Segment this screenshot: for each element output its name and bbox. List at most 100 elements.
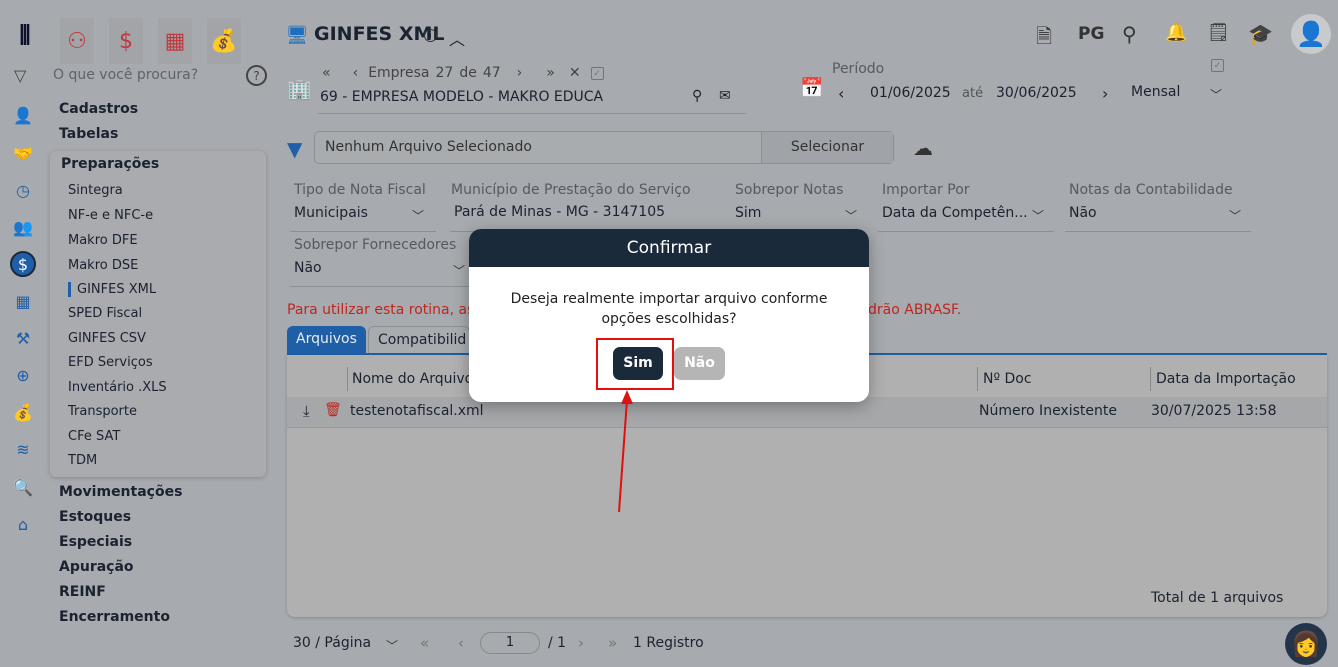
chevron-down-icon[interactable]: ﹀ [845,207,857,224]
chevron-down-icon[interactable]: ﹀ [412,207,424,224]
money-bag-side-icon[interactable]: 💰 [10,399,36,425]
menu-cadastros[interactable]: Cadastros [59,101,138,117]
dollar-icon[interactable]: $ [109,18,143,64]
download-icon[interactable]: ⤓ [303,402,310,420]
money-bag-icon[interactable]: 💰 [207,18,241,64]
tab-compatibilidade[interactable]: Compatibilid [368,326,470,354]
assistant-avatar[interactable]: 👩 [1285,623,1327,665]
chevron-down-icon[interactable]: ﹀ [386,637,398,654]
chevron-down-icon[interactable]: ﹀ [1210,86,1222,103]
column-header-doc[interactable]: Nº Doc [983,371,1032,387]
people-icon[interactable]: ⚇ [60,18,94,64]
no-button[interactable]: Não [674,347,725,380]
dollar-circle-icon[interactable]: $ [10,251,36,277]
calculator-icon[interactable]: ▦ [158,18,192,64]
submenu-item[interactable]: TDM [68,453,97,468]
search-empresa-icon[interactable]: ⚲ [692,88,702,104]
periodo-checkbox[interactable]: ✓ [1211,59,1224,72]
users-icon[interactable]: 👥 [10,214,36,240]
yes-button[interactable]: Sim [613,347,663,380]
menu-apuracao[interactable]: Apuração [59,559,134,575]
tab-arquivos[interactable]: Arquivos [287,326,366,354]
period-start[interactable]: 01/06/2025 [870,85,951,101]
info-icon[interactable]: i [424,29,437,42]
last-page-button[interactable]: » [608,634,617,652]
prev-page-button[interactable]: ‹ [458,634,464,652]
home-icon[interactable]: ⌂ [10,511,36,537]
chevron-up-icon[interactable]: ︿ [449,26,465,50]
menu-estoques[interactable]: Estoques [59,509,131,525]
empresa-name[interactable]: 69 - EMPRESA MODELO - MAKRO EDUCA [320,89,603,105]
first-page-button[interactable]: « [420,634,429,652]
submenu-item[interactable]: Makro DSE [68,258,138,273]
filter-blue-icon[interactable]: ▼ [287,137,302,161]
handshake-icon[interactable]: 🤝 [10,140,36,166]
municipio-field[interactable]: Pará de Minas - MG - 3147105 [454,204,665,220]
notas-contabilidade-select[interactable]: Não [1069,205,1097,221]
prev-empresa-button[interactable]: ‹ [353,65,359,81]
page-input[interactable]: 1 [480,632,540,654]
next-page-button[interactable]: › [578,634,584,652]
cloud-upload-icon[interactable]: ☁ [913,136,933,160]
next-empresa-button[interactable]: › [517,65,523,81]
menu-encerramento[interactable]: Encerramento [59,609,170,625]
tools-icon[interactable]: ⚒ [10,325,36,351]
submenu-item[interactable]: Sintegra [68,183,123,198]
filter-icon[interactable]: ▽ [14,66,26,85]
records-count: 1 Registro [633,635,704,651]
app-logo[interactable]: ⫴ [10,21,40,51]
globe-icon[interactable]: ⊕ [10,362,36,388]
last-empresa-button[interactable]: » [546,65,555,81]
submenu-item[interactable]: CFe SAT [68,429,120,444]
empresa-checkbox[interactable]: ✓ [590,66,604,80]
menu-tabelas[interactable]: Tabelas [59,126,118,142]
submenu-item[interactable]: GINFES CSV [68,331,146,346]
menu-preparacoes[interactable]: Preparações [61,156,159,172]
tipo-nota-select[interactable]: Municipais [294,205,368,221]
column-header-nome[interactable]: Nome do Arquivo [352,371,473,387]
calculator-side-icon[interactable]: ▦ [10,288,36,314]
submenu-item[interactable]: Inventário .XLS [68,380,167,395]
user-settings-icon[interactable]: 👤 [10,102,36,128]
document-icon[interactable]: 🗎 [1036,22,1052,56]
menu-search-input[interactable]: O que você procura? [53,67,198,83]
layers-icon[interactable]: ≋ [10,436,36,462]
importar-por-select[interactable]: Data da Competên... [882,205,1028,221]
menu-reinf[interactable]: REINF [59,584,106,600]
broom-icon[interactable]: ⚲ [1122,22,1137,46]
submenu-item[interactable]: SPED Fiscal [68,306,142,321]
submenu-item[interactable]: Makro DFE [68,233,138,248]
submenu-item-active[interactable]: GINFES XML [68,282,156,297]
graduation-cap-icon[interactable]: 🎓 [1248,22,1273,46]
sobrepor-fornecedores-select[interactable]: Não [294,260,322,276]
pg-button[interactable]: PG [1078,24,1104,44]
report-search-icon[interactable]: 🗒 [1207,22,1230,43]
menu-movimentacoes[interactable]: Movimentações [59,484,182,500]
next-period-button[interactable]: › [1102,84,1108,103]
file-input[interactable]: Nenhum Arquivo Selecionado Selecionar [314,131,894,164]
email-icon[interactable]: ✉ [719,88,731,104]
first-empresa-button[interactable]: « [322,65,331,81]
submenu-item[interactable]: NF-e e NFC-e [68,208,153,223]
period-mode[interactable]: Mensal [1131,84,1180,100]
help-icon[interactable]: ? [246,65,267,86]
trash-icon[interactable]: 🗑 [324,402,342,418]
prev-period-button[interactable]: ‹ [838,84,844,103]
period-end[interactable]: 30/06/2025 [996,85,1077,101]
submenu-item[interactable]: EFD Serviços [68,355,153,370]
menu-especiais[interactable]: Especiais [59,534,132,550]
sobrepor-notas-select[interactable]: Sim [735,205,761,221]
chevron-down-icon[interactable]: ﹀ [1032,207,1044,224]
page-total: / 1 [548,635,567,651]
close-icon[interactable]: ✕ [569,65,581,81]
column-header-data[interactable]: Data da Importação [1156,371,1296,387]
clock-icon[interactable]: ◷ [10,177,36,203]
search-icon[interactable]: 🔍 [10,474,36,500]
chevron-down-icon[interactable]: ﹀ [1229,207,1241,224]
per-page-select[interactable]: 30 / Página [293,635,371,651]
chevron-down-icon[interactable]: ﹀ [453,262,465,279]
user-avatar[interactable]: 👤 [1291,14,1331,54]
submenu-item[interactable]: Transporte [68,404,137,419]
select-file-button[interactable]: Selecionar [761,132,893,163]
bell-icon[interactable]: 🔔 [1165,22,1187,43]
